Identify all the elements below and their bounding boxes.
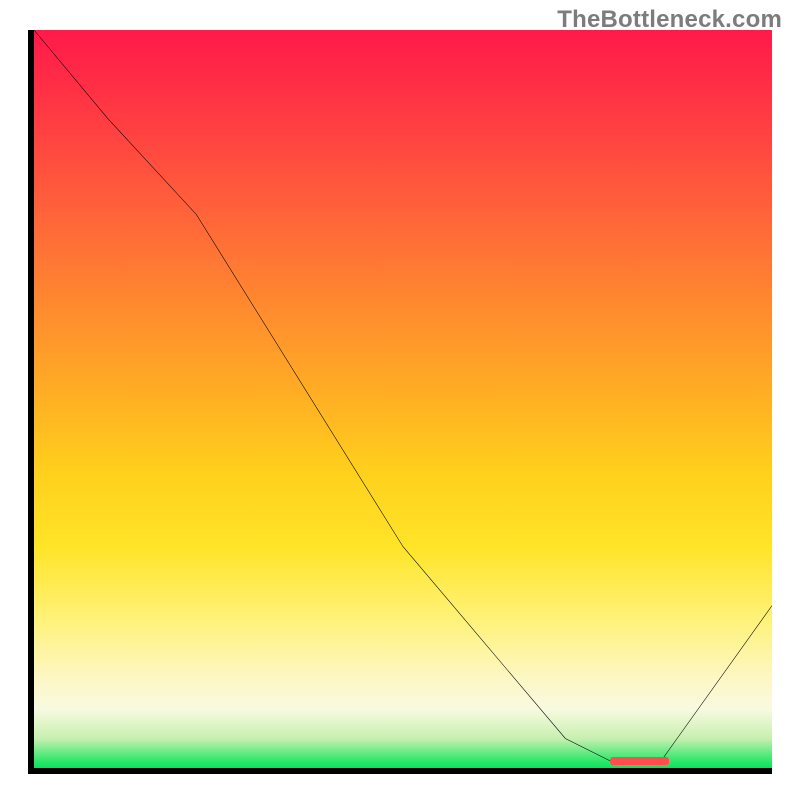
plot-area xyxy=(28,30,772,774)
bottleneck-curve xyxy=(34,30,772,768)
chart-container: TheBottleneck.com xyxy=(0,0,800,800)
